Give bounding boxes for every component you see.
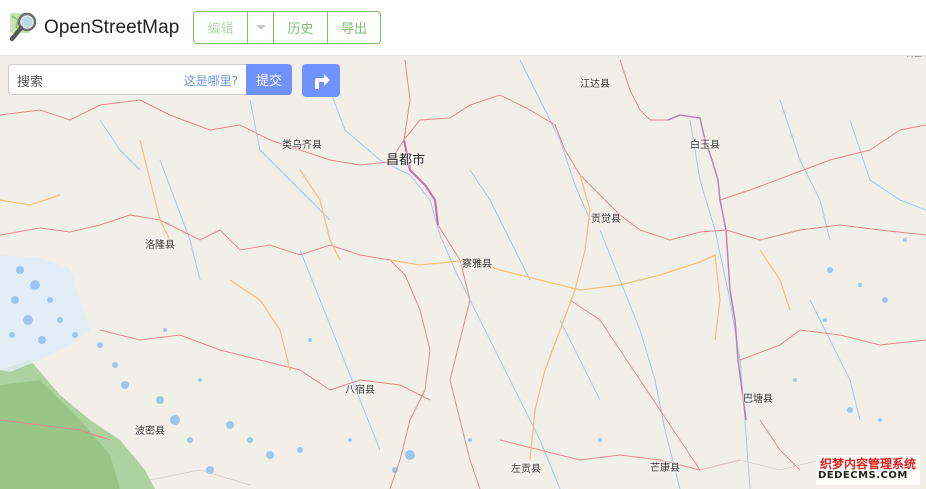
brand-title[interactable]: OpenStreetMap: [44, 17, 179, 39]
osm-logo-icon[interactable]: [8, 10, 40, 44]
place-label-chaya[interactable]: 察雅县: [462, 255, 492, 270]
place-label-mangkang[interactable]: 芒康县: [650, 459, 680, 474]
edit-history-export-group: 编辑 历史 导出: [193, 11, 381, 44]
top-navbar: OpenStreetMap 编辑 历史 导出: [0, 0, 926, 56]
place-label-jiangda[interactable]: 江达县: [580, 75, 610, 90]
edit-button[interactable]: 编辑: [194, 12, 248, 43]
place-label-luolong[interactable]: 洛隆县: [145, 236, 175, 251]
export-button[interactable]: 导出: [328, 12, 380, 43]
where-is-this-link[interactable]: 这是哪里?: [184, 72, 238, 89]
place-label-gongjue[interactable]: 贡觉县: [591, 210, 621, 225]
place-label-baiyu[interactable]: 白玉县: [690, 136, 720, 151]
search-input[interactable]: 搜索 这是哪里?: [8, 64, 246, 95]
watermark-domain: DEDECMS.COM: [818, 470, 908, 481]
place-label-batang[interactable]: 巴塘县: [743, 390, 773, 405]
caret-down-icon: [255, 25, 266, 30]
directions-arrow-icon: [315, 73, 330, 89]
site-watermark: 织梦内容管理系统 DEDECMS.COM: [816, 455, 920, 485]
search-submit-button[interactable]: 提交: [246, 64, 292, 95]
place-label-basu[interactable]: 八宿县: [345, 381, 375, 396]
directions-button[interactable]: [302, 64, 340, 97]
edit-dropdown-button[interactable]: [248, 12, 274, 43]
place-label-bomi[interactable]: 波密县: [135, 422, 165, 437]
corner-place-label: 白玉: [906, 56, 922, 59]
search-placeholder: 搜索: [17, 75, 44, 90]
map-canvas[interactable]: 江达县 类乌齐县 昌都市 白玉县 贡觉县 洛隆县 察雅县 八宿县 巴塘县 波密县…: [0, 56, 926, 489]
history-button[interactable]: 历史: [274, 12, 328, 43]
place-label-zuogong[interactable]: 左贡县: [511, 460, 541, 475]
place-label-changdu[interactable]: 昌都市: [386, 149, 425, 168]
place-label-leiwuqi[interactable]: 类乌齐县: [282, 136, 322, 151]
